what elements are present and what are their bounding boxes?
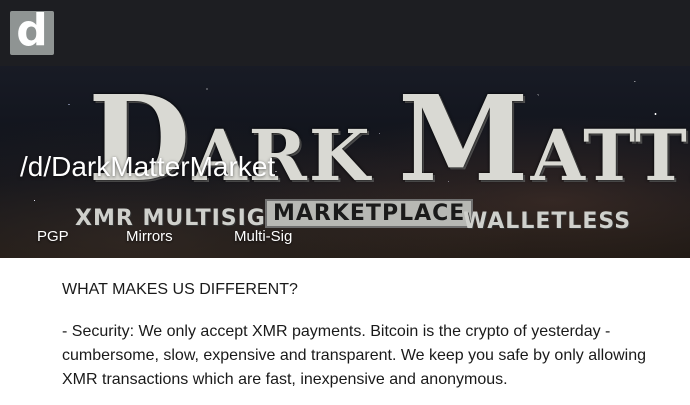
banner-art-marketplace: MARKETPLACE [265,199,474,228]
post-content: WHAT MAKES US DIFFERENT? - Security: We … [0,258,690,392]
nav-link-multi-sig[interactable]: Multi-Sig [234,228,292,245]
subdread-banner: DARK MATTER XMR MULTISIG MARKETPLACE WAL… [0,66,690,258]
top-bar: d [0,0,690,66]
nav-link-pgp[interactable]: PGP [37,228,69,245]
banner-art-walletless: WALLETLESS [463,209,632,234]
logo-letter: d [16,11,48,55]
content-heading: WHAT MAKES US DIFFERENT? [62,281,298,298]
subdread-title: /d/DarkMatterMarket [20,151,276,182]
d-logo-icon[interactable]: d [10,11,54,55]
nav-link-mirrors[interactable]: Mirrors [126,228,173,245]
content-paragraph: - Security: We only accept XMR payments.… [62,323,647,388]
